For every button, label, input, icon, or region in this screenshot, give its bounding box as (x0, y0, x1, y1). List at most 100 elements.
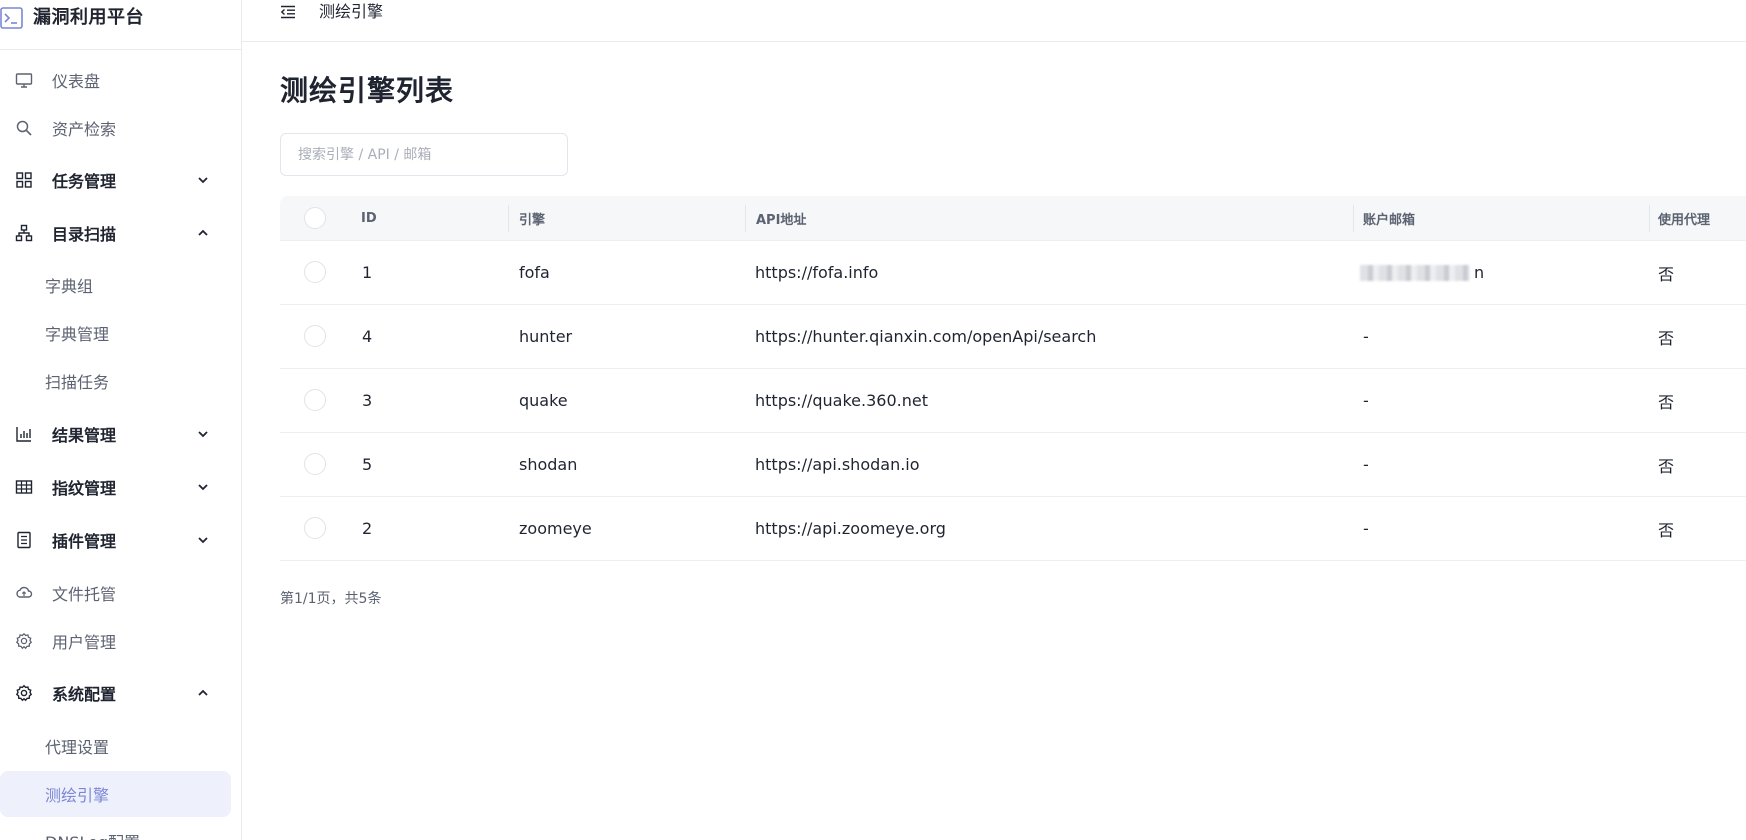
column-divider (508, 205, 509, 232)
cell-id: 5 (362, 455, 373, 474)
sidebar-item-file-hosting[interactable]: 文件托管 (0, 573, 241, 613)
sidebar: 漏洞利用平台 仪表盘 资产检索 任务管理 目录扫描 字典组 字典管理 扫描任务 … (0, 0, 242, 840)
cell-email: n (1360, 241, 1484, 304)
select-all-checkbox[interactable] (304, 207, 326, 229)
sidebar-item-user-management[interactable]: 用户管理 (0, 621, 241, 661)
column-divider (1649, 205, 1650, 232)
cell-proxy: 否 (1658, 392, 1675, 412)
cell-id: 1 (362, 263, 373, 282)
engine-table: ID 引擎 API地址 账户邮箱 使用代理 1 fofa https://fof… (280, 196, 1746, 561)
sidebar-item-task-management[interactable]: 任务管理 (0, 160, 241, 200)
sidebar-item-dashboard[interactable]: 仪表盘 (0, 60, 241, 100)
pagination-info: 第1/1页，共5条 (280, 591, 382, 607)
sidebar-item-label: 仪表盘 (52, 72, 101, 91)
document-icon (17, 531, 31, 549)
table-row[interactable]: 3 quake https://quake.360.net - 否 (280, 369, 1746, 433)
chevron-down-icon (198, 431, 208, 438)
sidebar-item-label: 文件托管 (52, 585, 117, 604)
cell-proxy: 否 (1658, 264, 1675, 284)
table-row[interactable]: 1 fofa https://fofa.info n 否 (280, 241, 1746, 305)
cell-proxy: 否 (1658, 328, 1675, 348)
cell-proxy: 否 (1658, 520, 1675, 540)
sidebar-item-label: DNSLog配置 (45, 829, 140, 840)
sidebar-item-label: 代理设置 (45, 738, 110, 757)
cloud-icon (16, 586, 33, 598)
sidebar-item-label: 目录扫描 (52, 225, 117, 244)
sidebar-item-plugin-management[interactable]: 插件管理 (0, 520, 241, 560)
cell-id: 2 (362, 519, 373, 538)
sidebar-item-system-config[interactable]: 系统配置 (0, 673, 241, 713)
sidebar-item-asset-search[interactable]: 资产检索 (0, 108, 241, 148)
cell-email: - (1363, 519, 1369, 538)
column-header-email[interactable]: 账户邮箱 (1363, 196, 1415, 241)
sidebar-item-label: 资产检索 (52, 120, 117, 139)
grid-icon (16, 172, 32, 188)
table-icon (15, 480, 33, 494)
cell-engine: shodan (519, 455, 578, 474)
table-row[interactable]: 2 zoomeye https://api.zoomeye.org - 否 (280, 497, 1746, 561)
row-checkbox[interactable] (304, 389, 326, 411)
brand[interactable]: 漏洞利用平台 (0, 0, 241, 50)
sidebar-subitem-proxy-settings[interactable]: 代理设置 (0, 723, 231, 769)
chevron-down-icon (198, 484, 208, 491)
terminal-icon (0, 7, 23, 29)
chevron-down-icon (198, 177, 208, 184)
menu-fold-icon[interactable] (280, 4, 296, 20)
row-checkbox[interactable] (304, 325, 326, 347)
column-header-id[interactable]: ID (361, 196, 377, 241)
search-icon (16, 120, 32, 136)
cell-engine: zoomeye (519, 519, 592, 538)
chevron-up-icon (198, 689, 208, 696)
column-divider (745, 205, 746, 232)
cell-api: https://api.zoomeye.org (755, 519, 946, 538)
search-input[interactable] (280, 133, 568, 176)
sidebar-item-result-management[interactable]: 结果管理 (0, 414, 241, 454)
sidebar-item-label: 字典管理 (45, 325, 110, 344)
cell-api: https://api.shodan.io (755, 455, 920, 474)
cell-id: 3 (362, 391, 373, 410)
cell-api: https://quake.360.net (755, 391, 928, 410)
row-checkbox[interactable] (304, 453, 326, 475)
redacted-email (1360, 264, 1470, 281)
monitor-icon (15, 73, 33, 88)
column-header-api[interactable]: API地址 (756, 196, 806, 241)
sidebar-item-label: 插件管理 (52, 532, 117, 551)
bar-chart-icon (16, 427, 31, 442)
sidebar-subitem-dictionary-group[interactable]: 字典组 (0, 262, 231, 308)
sidebar-item-label: 任务管理 (52, 172, 117, 191)
sidebar-item-label: 扫描任务 (45, 373, 110, 392)
sidebar-item-directory-scan[interactable]: 目录扫描 (0, 213, 241, 253)
chevron-down-icon (198, 537, 208, 544)
top-bar: 测绘引擎 (242, 0, 1746, 42)
column-header-engine[interactable]: 引擎 (519, 196, 545, 241)
gear-icon (15, 632, 33, 650)
cell-proxy: 否 (1658, 456, 1675, 476)
row-checkbox[interactable] (304, 517, 326, 539)
cell-email: - (1363, 455, 1369, 474)
cell-email-text: n (1474, 263, 1485, 282)
sidebar-item-label: 指纹管理 (52, 479, 117, 498)
table-header: ID 引擎 API地址 账户邮箱 使用代理 (280, 196, 1746, 241)
cell-engine: hunter (519, 327, 573, 346)
sidebar-item-fingerprint-management[interactable]: 指纹管理 (0, 467, 241, 507)
cell-engine: fofa (519, 263, 550, 282)
column-header-proxy[interactable]: 使用代理 (1658, 196, 1710, 241)
table-row[interactable]: 5 shodan https://api.shodan.io - 否 (280, 433, 1746, 497)
cell-api: https://fofa.info (755, 263, 879, 282)
chevron-up-icon (198, 229, 208, 236)
cell-engine: quake (519, 391, 568, 410)
page-title: 测绘引擎列表 (280, 74, 455, 107)
sidebar-subitem-dictionary-management[interactable]: 字典管理 (0, 310, 231, 356)
sidebar-subitem-scan-tasks[interactable]: 扫描任务 (0, 358, 231, 404)
sitemap-icon (15, 224, 33, 242)
sidebar-item-label: 测绘引擎 (45, 786, 110, 805)
gear-icon (15, 684, 33, 702)
sidebar-subitem-dnslog-config[interactable]: DNSLog配置 (0, 818, 231, 840)
app-title: 漏洞利用平台 (33, 7, 144, 28)
cell-id: 4 (362, 327, 373, 346)
cell-api: https://hunter.qianxin.com/openApi/searc… (755, 327, 1097, 346)
sidebar-subitem-mapping-engine[interactable]: 测绘引擎 (0, 771, 231, 817)
table-row[interactable]: 4 hunter https://hunter.qianxin.com/open… (280, 305, 1746, 369)
cell-email: - (1363, 391, 1369, 410)
row-checkbox[interactable] (304, 261, 326, 283)
